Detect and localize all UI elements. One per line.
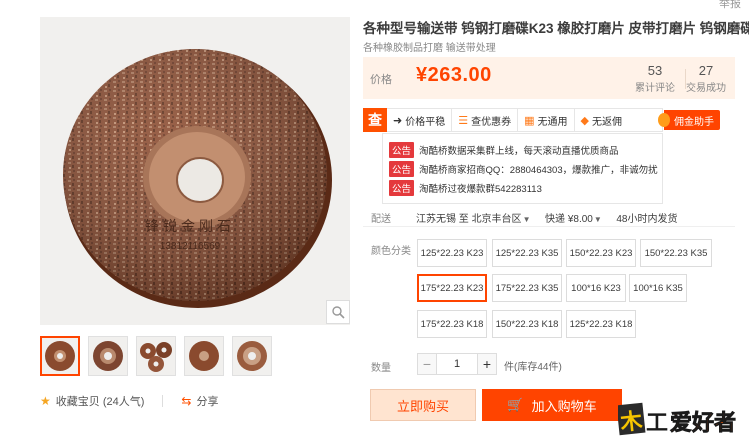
thumbnail-strip <box>40 336 272 376</box>
rebate-button[interactable]: ◆ 无返佣 <box>575 109 628 131</box>
thumbnail-2[interactable] <box>88 336 128 376</box>
thumbnail-5[interactable] <box>232 336 272 376</box>
coupon-button[interactable]: ☰ 查优惠券 <box>452 109 519 131</box>
sku-option[interactable]: 125*22.23 K18 <box>566 310 636 338</box>
price-label: 价格 <box>370 74 392 86</box>
stack-icon: ☰ <box>458 114 469 127</box>
zoom-icon[interactable] <box>326 300 350 324</box>
shipping-origin: 江苏无锡 <box>416 214 456 225</box>
sku-option[interactable]: 125*22.23 K35 <box>492 239 562 267</box>
sku-option[interactable]: 100*16 K35 <box>629 274 687 302</box>
thumbnail-3[interactable] <box>136 336 176 376</box>
buy-now-button[interactable]: 立即购买 <box>370 389 476 421</box>
promo-toolbar: 查 ➜ 价格平稳 ☰ 查优惠券 ▦ 无通用 ◆ 无返佣 <box>363 107 663 132</box>
star-icon: ★ <box>40 394 51 408</box>
add-to-cart-button[interactable]: 🛒 加入购物车 <box>482 389 622 421</box>
sku-option[interactable]: 175*22.23 K18 <box>417 310 487 338</box>
svg-text:工: 工 <box>646 411 668 436</box>
review-stat[interactable]: 53 累计评论 <box>628 63 682 94</box>
favorite-link[interactable]: 收藏宝贝 (24人气) <box>56 393 145 409</box>
notice-tag: 公告 <box>389 179 415 196</box>
price-panel: 价格 ¥263.00 53 累计评论 27 交易成功 <box>363 57 735 99</box>
share-link[interactable]: 分享 <box>196 393 218 409</box>
deal-count: 27 <box>698 63 714 78</box>
gallery-footer: ★ 收藏宝贝 (24人气) ⇆ 分享 <box>40 393 218 409</box>
shipping-promise: 48小时内发货 <box>616 214 678 225</box>
sku-option-selected[interactable]: 175*22.23 K23 <box>417 274 487 302</box>
quantity-minus-button[interactable]: − <box>417 353 437 375</box>
thumbnail-4[interactable] <box>184 336 224 376</box>
quantity-label: 数量 <box>371 363 391 374</box>
shipping-method-select[interactable]: 快递 ¥8.00▼ <box>545 214 602 225</box>
shipping-to: 至 <box>458 214 469 225</box>
notice-tag: 公告 <box>389 160 415 177</box>
notice-tag: 公告 <box>389 141 415 158</box>
sku-option[interactable]: 175*22.23 K35 <box>492 274 562 302</box>
sku-label: 颜色分类 <box>371 246 411 257</box>
general-button[interactable]: ▦ 无通用 <box>518 109 575 131</box>
thumbnail-1[interactable] <box>40 336 80 376</box>
arrow-right-icon: ➜ <box>393 114 403 127</box>
sku-option[interactable]: 150*22.23 K35 <box>640 239 712 267</box>
destination-select[interactable]: 北京丰台区▼ <box>472 214 531 225</box>
price-trend-button[interactable]: ➜ 价格平稳 <box>387 109 453 131</box>
quantity-plus-button[interactable]: + <box>477 353 497 375</box>
quantity-input[interactable]: 1 <box>437 353 477 375</box>
review-count: 53 <box>647 63 663 78</box>
quantity-stepper: − 1 + <box>417 353 497 375</box>
review-label: 累计评论 <box>635 83 675 94</box>
store-icon: ▦ <box>524 114 535 127</box>
product-title: 各种型号输送带 钨钢打磨碟K23 橡胶打磨片 皮带打磨片 钨钢磨碟 <box>363 21 749 36</box>
sku-option[interactable]: 150*22.23 K23 <box>566 239 636 267</box>
notice-panel: 公告 淘酷桥数据采集群上线，每天滚动直播优质商品 公告 淘酷桥商家招商QQ：28… <box>382 133 663 204</box>
notice-row[interactable]: 公告 淘酷桥过夜爆款群542283113 <box>383 178 662 197</box>
product-subtitle: 各种橡胶制品打磨 输送带处理 <box>363 43 496 54</box>
share-icon: ⇆ <box>181 394 192 408</box>
divider <box>162 395 164 407</box>
report-link[interactable]: 举报 <box>719 0 741 11</box>
cart-icon: 🛒 <box>507 397 524 412</box>
shipping-info: 江苏无锡 至 北京丰台区▼ 快递 ¥8.00▼ 48小时内发货 <box>416 210 677 225</box>
deal-stat: 27 交易成功 <box>679 63 733 94</box>
commission-helper-button[interactable]: 佣金助手 <box>658 110 720 130</box>
watermark-logo: 木 工 爱好者 <box>616 398 744 438</box>
section-divider <box>363 226 735 227</box>
chevron-down-icon: ▼ <box>522 215 531 224</box>
main-product-image[interactable]: 锋锐金刚石 13812116569 <box>40 17 350 325</box>
shipping-label: 配送 <box>371 214 391 225</box>
notice-row[interactable]: 公告 淘酷桥商家招商QQ：2880464303，爆款推广，非诚勿扰 <box>383 159 662 178</box>
sku-option[interactable]: 100*16 K23 <box>566 274 626 302</box>
notice-row[interactable]: 公告 淘酷桥数据采集群上线，每天滚动直播优质商品 <box>383 140 662 159</box>
sku-option[interactable]: 150*22.23 K18 <box>492 310 562 338</box>
disc-stamp-phone: 13812116569 <box>160 241 221 252</box>
chevron-down-icon: ▼ <box>593 215 602 224</box>
svg-text:木: 木 <box>618 409 644 436</box>
disc-stamp-text: 锋锐金刚石 <box>145 219 235 235</box>
tag-icon: ◆ <box>580 114 589 127</box>
stock-info: 件(库存44件) <box>504 362 562 373</box>
promo-logo[interactable]: 查 <box>363 107 387 132</box>
svg-text:爱好者: 爱好者 <box>670 410 736 436</box>
price-value: ¥263.00 <box>416 64 492 86</box>
deal-label: 交易成功 <box>686 83 726 94</box>
sku-option[interactable]: 125*22.23 K23 <box>417 239 487 267</box>
